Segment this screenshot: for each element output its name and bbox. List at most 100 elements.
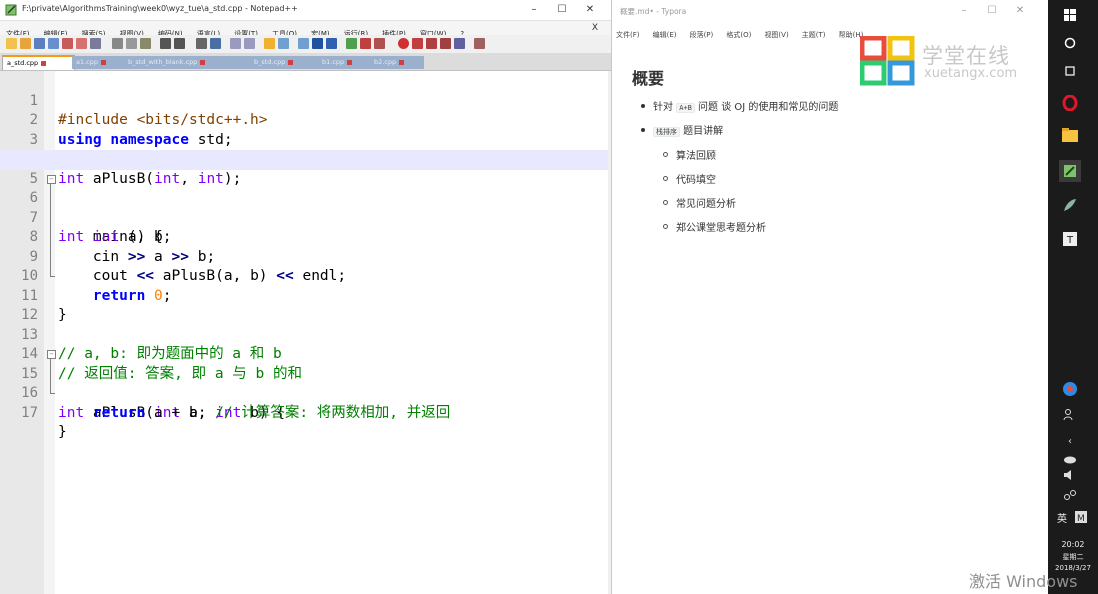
tab-b2-cpp[interactable]: b2.cpp [370, 56, 424, 69]
notepad-plus-plus-taskbar-icon[interactable] [1059, 160, 1081, 182]
record-macro-icon[interactable] [398, 38, 409, 49]
close-all-icon[interactable] [76, 38, 87, 49]
tab-b1-cpp[interactable]: b1.cpp [318, 56, 372, 69]
clock-time[interactable]: 20:02 [1048, 540, 1098, 550]
line-number: 17 [21, 404, 38, 421]
menu-view[interactable]: 视图(V) [764, 31, 788, 39]
tab-close-icon[interactable] [399, 59, 405, 65]
save-macro-icon[interactable] [454, 38, 465, 49]
fold-toggle-icon[interactable]: − [47, 174, 56, 184]
show-all-chars-icon[interactable] [298, 38, 309, 49]
sub-list-item: 常见问题分析 [676, 199, 736, 210]
bullet-icon [641, 104, 645, 108]
notepad-plus-plus-window: F:\private\AlgorithmsTraining\week0\wyz_… [0, 0, 612, 594]
undo-icon[interactable] [160, 38, 171, 49]
close-icon[interactable] [62, 38, 73, 49]
menu-file[interactable]: 文件(F) [616, 31, 640, 39]
code-line: 1 #include <bits/stdc++.h> [0, 72, 608, 129]
task-view-icon[interactable] [1061, 62, 1079, 80]
document-heading: 概要 [632, 69, 665, 88]
minimize-button[interactable]: – [950, 3, 978, 19]
function-list-icon[interactable] [346, 38, 357, 49]
code-line: 11 } [0, 267, 608, 324]
sync-scroll-icon[interactable] [264, 38, 275, 49]
people-icon[interactable] [1061, 406, 1079, 424]
code-editor[interactable]: 1 #include <bits/stdc++.h> 2 using names… [0, 71, 608, 594]
menu-edit[interactable]: 编辑(E) [653, 31, 677, 39]
play-macro-icon[interactable] [426, 38, 437, 49]
fold-toggle-icon[interactable]: − [47, 350, 56, 359]
doc-map-icon[interactable] [326, 38, 337, 49]
sub-bullet-icon [663, 200, 668, 205]
tab-close-icon[interactable] [200, 59, 206, 65]
tab-close-icon[interactable] [288, 59, 294, 65]
fold-guide [50, 393, 55, 394]
maximize-button[interactable]: ☐ [978, 3, 1006, 19]
tab-a1-cpp[interactable]: a1.cpp [72, 56, 126, 69]
tab-close-icon[interactable] [347, 59, 353, 65]
maximize-button[interactable]: ☐ [548, 2, 576, 18]
redo-icon[interactable] [174, 38, 185, 49]
tab-close-icon[interactable] [101, 59, 107, 65]
cortana-icon[interactable] [1061, 34, 1079, 52]
code-line: 12 [0, 287, 608, 323]
opera-browser-icon[interactable] [1061, 94, 1079, 112]
tab-b-std-with-blank-cpp[interactable]: b_std_with_blank.cpp [124, 56, 252, 69]
save-icon[interactable] [34, 38, 45, 49]
start-windows-icon[interactable] [1061, 6, 1079, 24]
monitoring-icon[interactable] [374, 38, 385, 49]
code-comment: // 计算答案: 将两数相加, 并返回 [215, 404, 451, 421]
volume-icon[interactable] [1061, 466, 1079, 484]
code-line: 4 int aPlusB(int, int); [0, 131, 608, 187]
menu-theme[interactable]: 主题(T) [802, 31, 826, 39]
print-icon[interactable] [90, 38, 101, 49]
new-file-icon[interactable] [6, 38, 17, 49]
indent-guide-icon[interactable] [312, 38, 323, 49]
sub-bullet-icon [663, 176, 668, 181]
tab-b-std-cpp[interactable]: b_std.cpp [250, 56, 320, 69]
cut-icon[interactable] [112, 38, 123, 49]
word-wrap-icon[interactable] [278, 38, 289, 49]
close-document-button[interactable]: X [592, 21, 598, 35]
folder-workspace-icon[interactable] [360, 38, 371, 49]
tab-close-icon[interactable] [41, 60, 47, 66]
minimize-button[interactable]: – [520, 2, 548, 18]
sub-bullet-icon [663, 224, 668, 229]
activate-windows-watermark: 激活 Windows [969, 572, 1078, 591]
menu-paragraph[interactable]: 段落(P) [690, 31, 714, 39]
code-line: 3 [0, 111, 608, 148]
zoom-in-icon[interactable] [230, 38, 241, 49]
inline-code: A+B [676, 103, 695, 113]
zoom-out-icon[interactable] [244, 38, 255, 49]
typora-title-bar: 概要.md• - Typora – ☐ ✕ [612, 0, 1048, 22]
find-icon[interactable] [196, 38, 207, 49]
typora-taskbar-icon[interactable]: T [1061, 230, 1079, 248]
copy-icon[interactable] [126, 38, 137, 49]
watermark-text-en: xuetangx.com [924, 66, 1018, 81]
close-button[interactable]: ✕ [576, 2, 604, 18]
replace-icon[interactable] [210, 38, 221, 49]
clock-weekday[interactable]: 星期二 [1048, 552, 1098, 562]
file-explorer-icon[interactable] [1061, 126, 1079, 144]
stop-macro-icon[interactable] [412, 38, 423, 49]
window-title: F:\private\AlgorithmsTraining\week0\wyz_… [22, 4, 298, 13]
run-macro-multiple-icon[interactable] [440, 38, 451, 49]
code-line: 10 return 0; [0, 248, 608, 304]
input-method-icon[interactable]: M [1072, 508, 1090, 526]
browser-tray-icon[interactable] [1061, 380, 1079, 398]
typora-window-title: 概要.md• - Typora [620, 7, 687, 16]
code-line: 16 return a + b; // 计算答案: 将两数相加, 并返回 [0, 365, 608, 421]
chevron-left-icon[interactable]: ‹ [1061, 432, 1079, 450]
close-button[interactable]: ✕ [1006, 3, 1034, 19]
menu-format[interactable]: 格式(O) [726, 31, 751, 39]
spell-check-icon[interactable] [474, 38, 485, 49]
open-file-icon[interactable] [20, 38, 31, 49]
network-icon[interactable] [1061, 486, 1079, 504]
ime-indicator[interactable]: 英 [1053, 508, 1071, 526]
code-line: 2 using namespace std; [0, 92, 608, 148]
paste-icon[interactable] [140, 38, 151, 49]
save-all-icon[interactable] [48, 38, 59, 49]
feather-app-icon[interactable] [1061, 196, 1079, 214]
code-line: 6 − int main() { [0, 170, 608, 245]
tab-a-std-cpp[interactable]: a_std.cpp [2, 55, 75, 70]
